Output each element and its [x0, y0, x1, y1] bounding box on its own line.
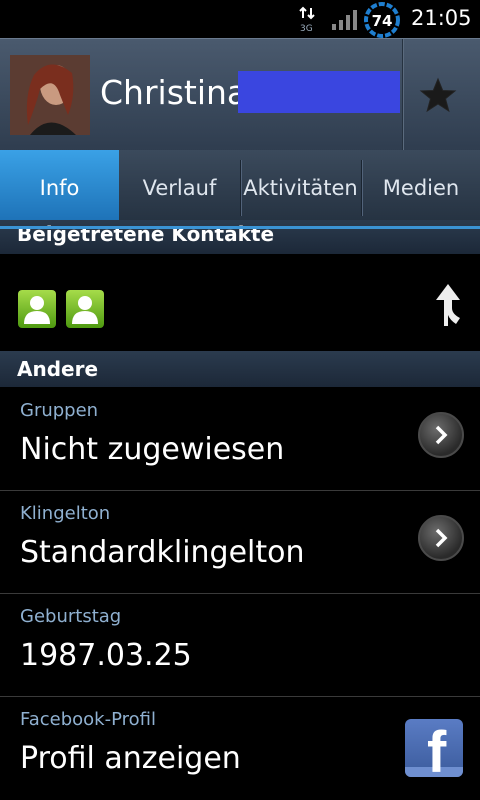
groups-value: Nicht zugewiesen: [20, 432, 285, 467]
contact-name: Christina: [100, 73, 248, 112]
birthday-label: Geburtstag: [20, 606, 122, 627]
birthday-value: 1987.03.25: [20, 638, 192, 673]
header-divider: [402, 39, 404, 151]
chevron-right-icon[interactable]: [418, 515, 464, 561]
chevron-right-icon[interactable]: [418, 412, 464, 458]
contact-avatar[interactable]: [10, 55, 90, 135]
facebook-icon[interactable]: f: [405, 719, 463, 777]
tab-medien[interactable]: Medien: [362, 150, 480, 226]
svg-text:3G: 3G: [300, 24, 313, 32]
clock: 21:05: [411, 6, 472, 30]
tab-aktivitaeten[interactable]: Aktivitäten: [241, 150, 360, 226]
tab-underline-overlay: [0, 226, 480, 229]
redacted-surname: [238, 71, 400, 113]
split-arrow-icon[interactable]: [430, 282, 466, 326]
facebook-profile-value: Profil anzeigen: [20, 741, 241, 776]
person-icon[interactable]: [66, 290, 104, 328]
facebook-profile-label: Facebook-Profil: [20, 709, 156, 730]
battery-icon: 74: [363, 1, 401, 39]
signal-icon: [332, 10, 357, 30]
network-3g-icon: 3G: [299, 6, 315, 32]
list-item-ringtone[interactable]: Klingelton Standardklingelton: [0, 491, 480, 594]
battery-level: 74: [372, 12, 393, 30]
list-item-facebook-profile[interactable]: Facebook-Profil Profil anzeigen f: [0, 697, 480, 799]
status-bar: 3G 74 21:05: [0, 0, 480, 38]
tab-verlauf[interactable]: Verlauf: [120, 150, 239, 226]
ringtone-label: Klingelton: [20, 503, 111, 524]
groups-label: Gruppen: [20, 400, 99, 421]
tab-bar: Info Verlauf Aktivitäten Medien: [0, 150, 480, 226]
list-item-groups[interactable]: Gruppen Nicht zugewiesen: [0, 388, 480, 491]
tab-info[interactable]: Info: [0, 150, 119, 226]
ringtone-value: Standardklingelton: [20, 535, 305, 570]
person-icon[interactable]: [18, 290, 56, 328]
section-header-other: Andere: [0, 351, 480, 387]
contact-header: Christina: [0, 38, 480, 151]
star-icon[interactable]: [418, 77, 458, 113]
list-item-birthday: Geburtstag 1987.03.25: [0, 594, 480, 697]
joined-contacts-row: [0, 254, 480, 350]
